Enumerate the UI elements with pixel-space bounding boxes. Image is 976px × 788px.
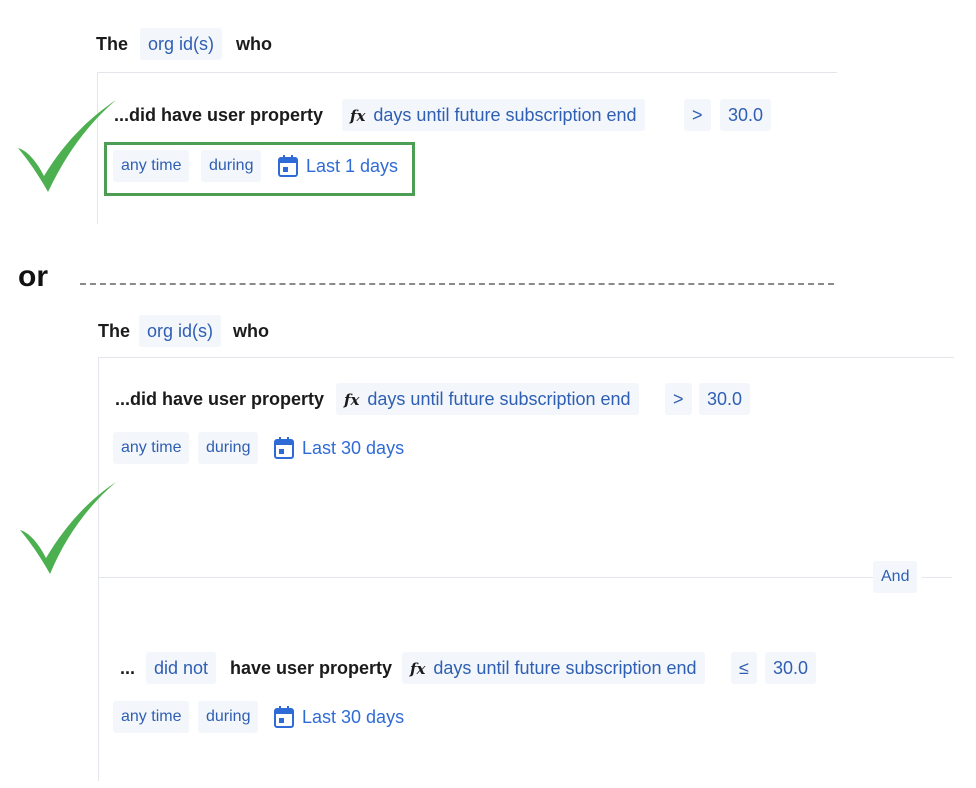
top-operator-chip[interactable]: > [684,99,711,131]
cond1-during-chip[interactable]: during [198,432,259,464]
top-clause-label: ...did have user property [114,105,324,125]
cond1-operator-chip[interactable]: > [665,383,692,415]
cond2-value-chip[interactable]: 30.0 [765,652,817,684]
fx-icon: fx [350,107,366,125]
cond2-ellipsis: ... [120,658,136,678]
bottom-who-label: who [233,321,269,341]
calendar-icon [278,155,298,177]
bottom-entity-chip[interactable]: org id(s) [139,315,222,347]
cond2-property-chip[interactable]: fx days until future subscription end [402,652,705,684]
top-range-label: Last 1 days [306,156,399,176]
cond2-did-not-chip[interactable]: did not [146,652,217,684]
top-box-top-border [97,72,837,73]
cond2-property-label: days until future subscription end [433,658,697,678]
cond2-clause-label: have user property [230,658,393,678]
cond1-date-range-picker[interactable]: Last 30 days [274,434,404,462]
top-the-label: The [96,34,129,54]
fx-icon: fx [410,660,426,678]
cond2-anytime-chip[interactable]: any time [113,701,190,733]
top-anytime-chip[interactable]: any time [113,150,190,182]
cond1-range-label: Last 30 days [302,438,405,458]
top-property-label: days until future subscription end [373,105,637,125]
top-who-label: who [236,34,272,54]
cond1-anytime-chip[interactable]: any time [113,432,190,464]
cond1-clause-label: ...did have user property [115,389,325,409]
calendar-icon [274,706,294,728]
cond1-property-chip[interactable]: fx days until future subscription end [336,383,639,415]
cond1-value-chip[interactable]: 30.0 [699,383,751,415]
cond2-date-range-picker[interactable]: Last 30 days [274,703,404,731]
bottom-box-top-border [98,357,954,358]
bottom-the-label: The [98,321,131,341]
and-separator-line [98,577,874,578]
top-property-chip[interactable]: fx days until future subscription end [342,99,645,131]
cond1-property-label: days until future subscription end [367,389,631,409]
fx-icon: fx [344,391,360,409]
top-value-chip[interactable]: 30.0 [720,99,772,131]
checkmark-icon [18,100,116,192]
top-during-chip[interactable]: during [201,150,262,182]
top-entity-chip[interactable]: org id(s) [140,28,223,60]
or-dashed-divider [80,283,834,285]
calendar-icon [274,437,294,459]
checkmark-icon [20,482,116,574]
top-date-range-picker[interactable]: Last 1 days [278,152,398,180]
and-separator-line-right [922,577,952,578]
or-label: or [18,260,48,293]
cond2-range-label: Last 30 days [302,707,405,727]
cond2-during-chip[interactable]: during [198,701,259,733]
and-operator-chip[interactable]: And [873,561,918,593]
cond2-operator-chip[interactable]: ≤ [731,652,757,684]
